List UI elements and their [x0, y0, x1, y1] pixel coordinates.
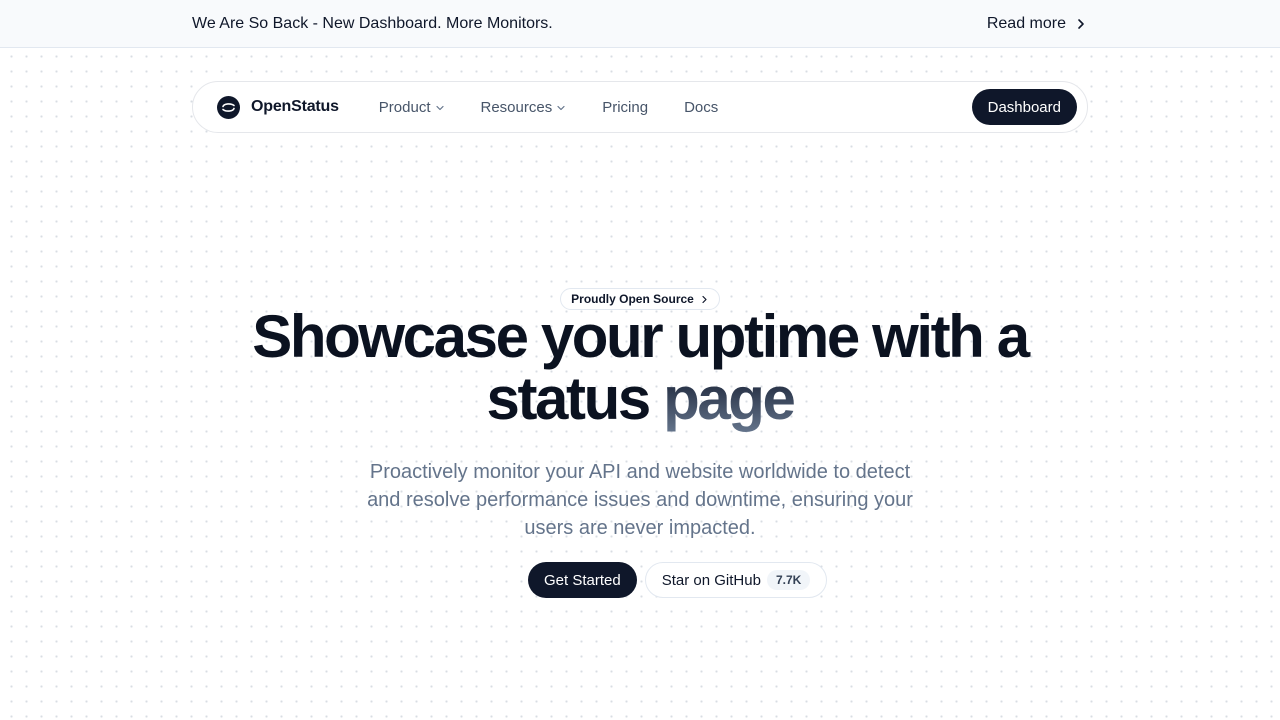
get-started-button[interactable]: Get Started	[528, 562, 637, 598]
headline-word-status: status	[486, 365, 651, 432]
dashboard-button[interactable]: Dashboard	[971, 89, 1077, 125]
nav-item-label: Product	[378, 98, 431, 116]
chevron-right-icon	[1078, 18, 1084, 29]
star-on-github-label: Star on GitHub	[661, 571, 761, 589]
nav-item-label: Docs	[684, 98, 719, 116]
main-navigation: OpenStatus Product Resources Pricing Doc…	[192, 81, 1088, 133]
headline-word-page: page	[663, 365, 796, 432]
read-more-label: Read more	[986, 14, 1066, 32]
banner-text: We Are So Back - New Dashboard. More Mon…	[192, 14, 553, 32]
chevron-down-icon	[557, 105, 565, 111]
announcement-banner: We Are So Back - New Dashboard. More Mon…	[0, 0, 1280, 48]
read-more-link[interactable]: Read more	[987, 15, 1088, 33]
nav-item-pricing[interactable]: Pricing	[602, 99, 648, 116]
star-on-github-button[interactable]: Star on GitHub 7.7K	[644, 562, 828, 598]
hero-headline: Showcase your uptime with a status page	[140, 306, 1140, 430]
nav-item-product[interactable]: Product	[379, 99, 445, 116]
page: We Are So Back - New Dashboard. More Mon…	[0, 0, 1280, 720]
github-stars-count: 7.7K	[766, 570, 811, 590]
headline-line-1: Showcase your uptime with a	[252, 303, 1030, 370]
logo-text: OpenStatus	[251, 98, 339, 115]
chevron-down-icon	[435, 105, 444, 111]
nav-item-label: Pricing	[602, 98, 649, 116]
nav-item-label: Resources	[480, 98, 553, 116]
hero-subtitle: Proactively monitor your API and website…	[367, 461, 913, 539]
cta-row: Get Started Star on GitHub 7.7K	[528, 562, 828, 598]
nav-item-docs[interactable]: Docs	[684, 99, 718, 116]
openstatus-logo-icon	[217, 95, 240, 119]
nav-item-resources[interactable]: Resources	[481, 99, 567, 116]
logo[interactable]: OpenStatus	[217, 95, 339, 119]
nav-links: Product Resources Pricing Docs	[379, 99, 718, 116]
